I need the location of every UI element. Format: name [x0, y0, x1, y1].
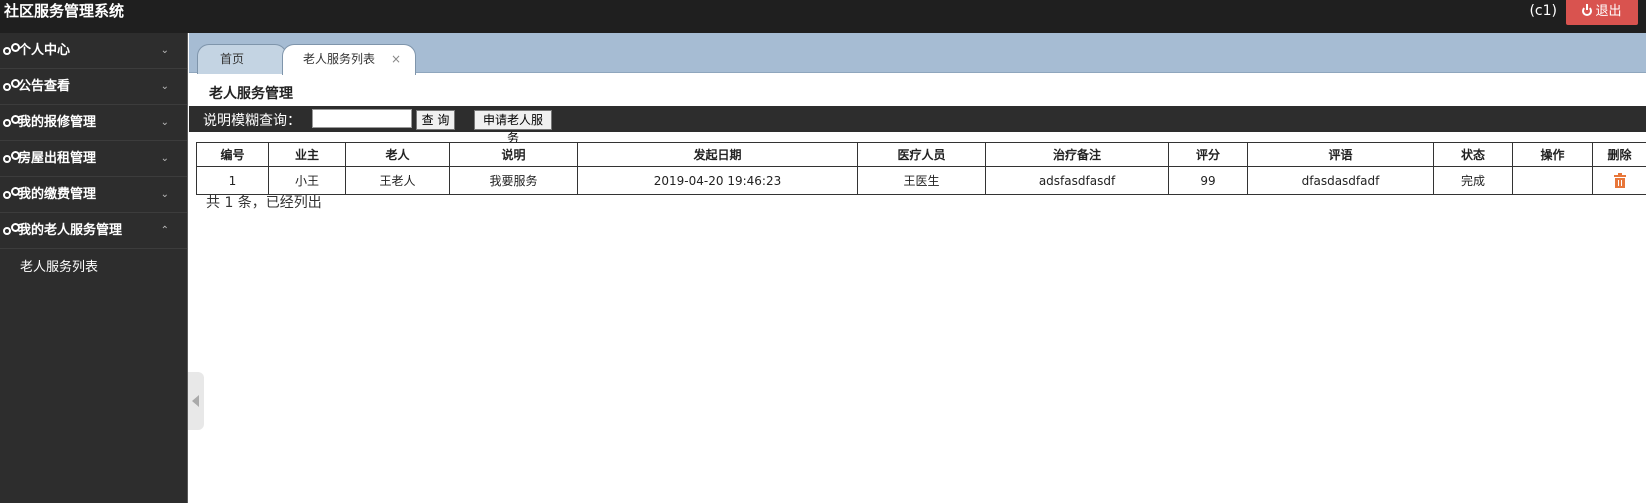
sidebar-item-label: 我的缴费管理 — [18, 187, 97, 202]
cell-medical-staff: 王医生 — [857, 166, 986, 195]
tab-label: 老人服务列表 — [303, 52, 376, 66]
gears-icon — [3, 79, 20, 91]
column-header: 操作 — [1512, 142, 1593, 167]
sidebar: 个人中心 ⌄ 公告查看 ⌄ 我的报修管理 ⌄ 房屋出租管理 ⌄ 我的缴费管理 ⌄ 我的老人… — [0, 33, 188, 503]
top-bar: 社区服务管理系统 (c1) 退出 — [0, 0, 1646, 33]
sidebar-item-payments[interactable]: 我的缴费管理 ⌄ — [0, 177, 187, 213]
cell-status: 完成 — [1433, 166, 1513, 195]
column-header: 编号 — [196, 142, 269, 167]
trash-icon[interactable] — [1613, 172, 1626, 188]
column-header: 状态 — [1433, 142, 1513, 167]
cell-id: 1 — [196, 166, 269, 195]
column-header: 评分 — [1168, 142, 1248, 167]
cell-elder: 王老人 — [345, 166, 450, 195]
current-user: (c1) — [1529, 3, 1557, 19]
logout-label: 退出 — [1595, 4, 1622, 19]
cell-treatment-note: adsfasdfasdf — [985, 166, 1169, 195]
chevron-up-icon: ⌃ — [160, 225, 169, 236]
cell-date: 2019-04-20 19:46:23 — [577, 166, 858, 195]
logout-button[interactable]: 退出 — [1566, 0, 1638, 25]
record-count: 共 1 条，已经列出 — [206, 195, 322, 211]
cell-owner: 小王 — [268, 166, 346, 195]
search-bar: 说明模糊查询： 查 询 申请老人服务 — [189, 106, 1646, 145]
table-row: 1 小王 王老人 我要服务 2019-04-20 19:46:23 王医生 ad… — [196, 166, 1646, 195]
chevron-down-icon: ⌄ — [160, 153, 169, 164]
column-header: 医疗人员 — [857, 142, 986, 167]
sidebar-item-label: 公告查看 — [18, 79, 71, 94]
sidebar-item-label: 房屋出租管理 — [18, 151, 97, 166]
column-header: 评语 — [1247, 142, 1434, 167]
sidebar-item-label: 我的报修管理 — [18, 115, 97, 130]
cell-actions — [1512, 166, 1593, 195]
gears-icon — [3, 115, 20, 127]
cell-score: 99 — [1168, 166, 1248, 195]
query-button[interactable]: 查 询 — [416, 110, 455, 130]
sidebar-subitem-elderly-service-list[interactable]: 老人服务列表 — [0, 249, 187, 287]
search-input[interactable] — [312, 109, 412, 128]
search-label: 说明模糊查询： — [203, 113, 301, 129]
tab-home[interactable]: 首页 — [197, 44, 287, 74]
app-title: 社区服务管理系统 — [4, 2, 125, 20]
column-header: 说明 — [449, 142, 578, 167]
gears-icon — [3, 187, 20, 199]
apply-elderly-service-button[interactable]: 申请老人服务 — [474, 110, 552, 145]
column-header: 发起日期 — [577, 142, 858, 167]
column-header: 老人 — [345, 142, 450, 167]
chevron-down-icon: ⌄ — [160, 81, 169, 92]
cell-delete — [1592, 166, 1646, 195]
page-title: 老人服务管理 — [209, 86, 293, 102]
sidebar-item-label: 我的老人服务管理 — [18, 223, 123, 238]
cell-comment: dfasdasdfadf — [1247, 166, 1434, 195]
sidebar-item-repairs[interactable]: 我的报修管理 ⌄ — [0, 105, 187, 141]
gears-icon — [3, 43, 20, 55]
sidebar-item-announcements[interactable]: 公告查看 ⌄ — [0, 69, 187, 105]
tab-elderly-service-list[interactable]: 老人服务列表 × — [282, 44, 416, 75]
service-table: 编号 业主 老人 说明 发起日期 医疗人员 治疗备注 评分 评语 状态 操作 删… — [196, 142, 1646, 195]
close-icon[interactable]: × — [391, 45, 401, 73]
cell-description: 我要服务 — [449, 166, 578, 195]
chevron-down-icon: ⌄ — [160, 189, 169, 200]
sidebar-item-elderly-services[interactable]: 我的老人服务管理 ⌃ — [0, 213, 187, 249]
sidebar-item-label: 个人中心 — [18, 43, 71, 58]
chevron-down-icon: ⌄ — [160, 117, 169, 128]
sidebar-item-personal-center[interactable]: 个人中心 ⌄ — [0, 33, 187, 69]
power-icon — [1582, 4, 1593, 16]
column-header: 删除 — [1592, 142, 1646, 167]
gears-icon — [3, 223, 20, 235]
sidebar-item-rentals[interactable]: 房屋出租管理 ⌄ — [0, 141, 187, 177]
chevron-down-icon: ⌄ — [160, 45, 169, 56]
tab-bar: 首页 老人服务列表 × — [189, 33, 1646, 75]
column-header: 业主 — [268, 142, 346, 167]
gears-icon — [3, 151, 20, 163]
tab-label: 首页 — [220, 52, 245, 66]
main-content: 老人服务管理 说明模糊查询： 查 询 申请老人服务 编号 业主 老人 说明 发起… — [189, 74, 1646, 503]
column-header: 治疗备注 — [985, 142, 1169, 167]
table-header-row: 编号 业主 老人 说明 发起日期 医疗人员 治疗备注 评分 评语 状态 操作 删… — [196, 142, 1646, 167]
